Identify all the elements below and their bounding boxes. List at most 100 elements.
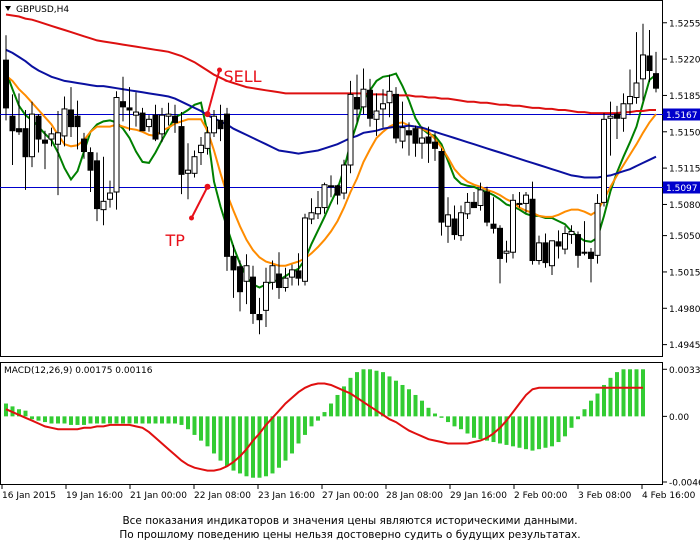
macd-bar [69, 416, 73, 425]
candle-body [347, 93, 354, 166]
time-tick-label: 4 Feb 16:00 [642, 491, 696, 501]
candle-body [438, 151, 445, 223]
macd-bar [277, 416, 281, 468]
time-axis: 16 Jan 2015 19 Jan 16:00 21 Jan 00:00 22 Ja… [1, 485, 696, 501]
macd-bar [82, 416, 86, 425]
candle-body [315, 207, 321, 215]
price-tick-label: 1.5150 [669, 128, 700, 138]
candle-body [373, 110, 380, 120]
macd-bar [108, 416, 112, 424]
macd-bar [186, 416, 190, 430]
candle-body [516, 202, 523, 205]
macd-bar [641, 369, 645, 417]
price-panel: 1.5255 1.5220 1.5185 1.5150 1.5115 1.5080 1.50… [0, 0, 700, 357]
sell-anchor [204, 111, 211, 118]
candle-body [627, 95, 633, 105]
macd-bar [192, 416, 197, 435]
candle-body [22, 128, 29, 158]
candle-body [451, 218, 458, 236]
macd-bar [589, 400, 593, 417]
candle-body [536, 242, 542, 262]
candle-body [152, 114, 159, 140]
macd-title: MACD(12,26,9) 0.00175 0.00116 [4, 366, 153, 376]
macd-bar [446, 416, 450, 423]
price-tick-label: 1.5115 [669, 165, 700, 175]
candle-body [510, 199, 516, 253]
price-level-label: 1.5167 [666, 111, 698, 121]
macd-bar [433, 413, 437, 417]
candle-body [646, 55, 653, 72]
macd-bar [491, 416, 496, 443]
macd-bar [270, 416, 275, 474]
macd-bar [413, 394, 418, 417]
candle-body [55, 132, 61, 145]
candle-body [35, 115, 42, 140]
macd-bar [303, 416, 307, 435]
macd-bar [400, 384, 405, 417]
macd-bar [576, 416, 580, 420]
macd-bar [23, 410, 28, 417]
candle-body [477, 189, 484, 206]
candle-body [341, 164, 347, 194]
candle-body [276, 273, 282, 289]
macd-bar [524, 416, 528, 450]
macd-bar [43, 416, 47, 423]
candle-body [172, 115, 178, 123]
candle-body [282, 277, 289, 289]
candle-body [29, 113, 35, 158]
candle-body [165, 113, 172, 117]
macd-bar [537, 416, 541, 450]
macd-bar [140, 416, 145, 424]
macd-bar [465, 416, 470, 434]
macd-bar [387, 376, 392, 417]
candle-body [211, 115, 217, 134]
macd-bar [30, 416, 34, 420]
macd-bar [459, 416, 463, 430]
macd-bar [407, 389, 411, 417]
candle-body [198, 144, 204, 154]
candle-body [16, 128, 22, 133]
macd-bar [199, 416, 203, 441]
price-tick-label: 1.5220 [669, 56, 700, 66]
macd-bar [309, 416, 314, 427]
candle-body [386, 90, 393, 104]
macd-bar [238, 416, 242, 474]
macd-bar [361, 369, 366, 417]
macd-bar [517, 416, 522, 448]
candle-body [555, 241, 562, 247]
macd-bar [251, 416, 255, 478]
time-tick-label: 21 Jan 00:00 [130, 491, 187, 501]
macd-bar [218, 416, 223, 461]
macd-bar [543, 416, 548, 448]
candle-body [620, 103, 627, 119]
tp-label: TP [165, 231, 186, 250]
time-tick-label: 23 Jan 16:00 [258, 491, 315, 501]
macd-bar [290, 416, 294, 454]
disclaimer-line-1: Все показания индикаторов и значения цен… [122, 515, 578, 527]
candle-body [243, 265, 250, 282]
candle-body [185, 169, 191, 174]
candle-body [464, 201, 471, 215]
macd-bar [426, 407, 431, 417]
candle-body [74, 115, 81, 128]
candle-body [48, 133, 55, 140]
candle-body [269, 265, 276, 283]
macd-tick-label: -0.0046 [669, 479, 700, 489]
candle-body [523, 194, 529, 204]
candle-body [445, 214, 451, 227]
candle-body [139, 112, 146, 132]
macd-bar [88, 416, 93, 424]
macd-bar [608, 377, 613, 417]
price-tick-label: 1.5050 [669, 232, 700, 242]
tp-dot [189, 215, 194, 221]
macd-tick-label: 0.00 [669, 413, 689, 423]
macd-bar [322, 412, 327, 417]
macd-bar [329, 403, 333, 417]
time-tick-label: 28 Jan 08:00 [386, 491, 443, 501]
candle-body [367, 89, 373, 119]
macd-bar [212, 416, 216, 454]
disclaimer-line-2: По прошлому поведению цены нельзя достов… [119, 529, 581, 541]
sell-dot [217, 67, 222, 73]
candle-body [61, 108, 68, 137]
macd-bar [628, 369, 632, 417]
